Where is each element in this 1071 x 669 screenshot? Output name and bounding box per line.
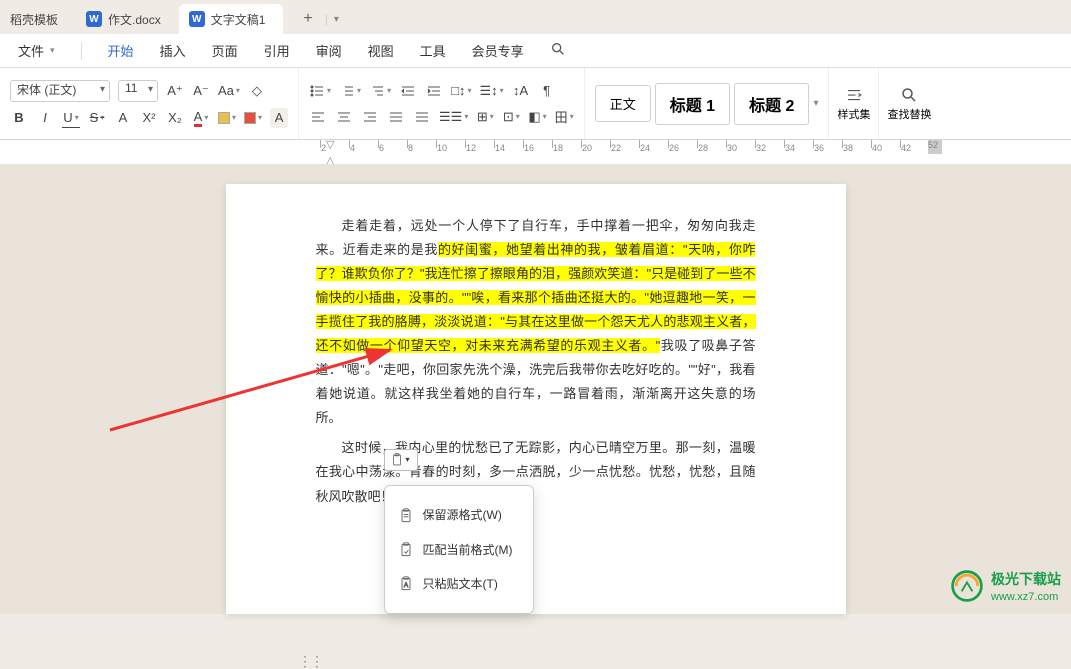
menu-vip[interactable]: 会员专享 bbox=[472, 41, 524, 60]
font-decrease-button[interactable]: A⁻ bbox=[192, 81, 210, 101]
find-replace-label: 查找替换 bbox=[887, 106, 931, 122]
text-direction-button[interactable]: □↕ bbox=[451, 81, 471, 101]
align-center-button[interactable] bbox=[335, 107, 353, 127]
strike2-button[interactable]: A bbox=[114, 108, 132, 128]
chevron-down-icon[interactable]: ▾ bbox=[813, 98, 818, 109]
phonetic-button[interactable]: A bbox=[270, 108, 288, 128]
divider: | bbox=[325, 12, 328, 26]
paste-keep-source[interactable]: 保留源格式(W) bbox=[385, 498, 533, 532]
menu-label: 匹配当前格式(M) bbox=[423, 539, 513, 561]
highlighted-text: 的好闺蜜，她望着出神的我，皱着眉道："天呐，你咋了？谁欺负你了？"我连忙擦了擦眼… bbox=[316, 242, 756, 353]
change-case-button[interactable]: Aa bbox=[218, 81, 240, 101]
svg-text:A: A bbox=[403, 582, 408, 589]
tab-bar: 稻壳模板 W 作文.docx W 文字文稿1 + | ▾ bbox=[0, 0, 1071, 34]
superscript-button[interactable]: X² bbox=[140, 108, 158, 128]
align-right-button[interactable] bbox=[361, 107, 379, 127]
menu-view[interactable]: 视图 bbox=[368, 41, 394, 60]
tabs-button[interactable]: ⊞ bbox=[476, 107, 494, 127]
highlight-button[interactable] bbox=[218, 108, 236, 128]
style-gallery: 正文 标题 1 标题 2 ▾ bbox=[585, 68, 830, 139]
watermark: 极光下载站 www.xz7.com bbox=[949, 568, 1061, 604]
outline-list-button[interactable] bbox=[369, 81, 391, 101]
sort-button[interactable]: ↕A bbox=[512, 81, 530, 101]
clear-format-button[interactable]: ◇ bbox=[248, 81, 266, 101]
search-icon[interactable] bbox=[550, 41, 566, 60]
watermark-title: 极光下载站 bbox=[991, 569, 1061, 589]
chevron-down-icon: ▾ bbox=[334, 14, 339, 25]
italic-button[interactable]: I bbox=[36, 108, 54, 128]
ruler-end: 52 bbox=[928, 140, 942, 154]
indent-decrease-button[interactable] bbox=[399, 81, 417, 101]
style-set-button[interactable]: 样式集 bbox=[829, 68, 878, 139]
chevron-down-icon: ▾ bbox=[405, 453, 409, 468]
align-justify-button[interactable] bbox=[387, 107, 405, 127]
menu-review[interactable]: 审阅 bbox=[316, 41, 342, 60]
menu-bar: 文件 ▾ 开始 插入 页面 引用 审阅 视图 工具 会员专享 bbox=[0, 34, 1071, 68]
document-page[interactable]: 走着走着，远处一个人停下了自行车，手中撑着一把伞，匆匆向我走来。近看走来的是我的… bbox=[226, 184, 846, 614]
font-increase-button[interactable]: A⁺ bbox=[166, 81, 184, 101]
align-distribute-button[interactable] bbox=[413, 107, 431, 127]
paragraph-1[interactable]: 走着走着，远处一个人停下了自行车，手中撑着一把伞，匆匆向我走来。近看走来的是我的… bbox=[316, 214, 756, 430]
word-icon: W bbox=[189, 11, 205, 27]
tab-templates[interactable]: 稻壳模板 bbox=[0, 4, 76, 34]
bullet-list-button[interactable] bbox=[309, 81, 331, 101]
menu-label: 只粘贴文本(T) bbox=[423, 573, 498, 595]
menu-label: 保留源格式(W) bbox=[423, 504, 502, 526]
menu-file[interactable]: 文件 bbox=[18, 41, 44, 60]
ruler[interactable]: ▽ △ 2 4 6 8 10 12 14 16 18 20 22 24 26 2… bbox=[0, 140, 1071, 164]
tab-label: 稻壳模板 bbox=[10, 11, 58, 28]
drag-handle-icon[interactable]: ⋮⋮ bbox=[298, 654, 322, 668]
shading-button[interactable] bbox=[244, 108, 262, 128]
tab-doc2[interactable]: W 文字文稿1 bbox=[179, 4, 284, 34]
align-left-button[interactable] bbox=[309, 107, 327, 127]
canvas-area: 走着走着，远处一个人停下了自行车，手中撑着一把伞，匆匆向我走来。近看走来的是我的… bbox=[0, 164, 1071, 614]
toolbar: 宋体 (正文) 11 A⁺ A⁻ Aa ◇ B I U S A X² X₂ A … bbox=[0, 68, 1071, 140]
new-tab-button[interactable]: + | ▾ bbox=[283, 4, 357, 34]
borders-button[interactable]: ⊡ bbox=[502, 107, 520, 127]
font-size-select[interactable]: 11 bbox=[118, 80, 158, 102]
menu-ref[interactable]: 引用 bbox=[264, 41, 290, 60]
watermark-url: www.xz7.com bbox=[991, 591, 1061, 603]
font-group: 宋体 (正文) 11 A⁺ A⁻ Aa ◇ B I U S A X² X₂ A … bbox=[0, 68, 299, 139]
strike-button[interactable]: S bbox=[88, 108, 106, 128]
underline-button[interactable]: U bbox=[62, 108, 80, 128]
para-shade-button[interactable]: 田 bbox=[555, 107, 574, 127]
paste-options-menu: 保留源格式(W) 匹配当前格式(M) A 只粘贴文本(T) bbox=[384, 485, 534, 614]
menu-tool[interactable]: 工具 bbox=[420, 41, 446, 60]
tab-label: 作文.docx bbox=[108, 11, 161, 28]
chevron-down-icon: ▾ bbox=[50, 45, 55, 56]
find-replace-button[interactable]: 查找替换 bbox=[878, 68, 939, 139]
font-family-select[interactable]: 宋体 (正文) bbox=[10, 80, 110, 102]
tab-label: 文字文稿1 bbox=[211, 11, 266, 28]
style-body[interactable]: 正文 bbox=[595, 85, 651, 122]
menu-insert[interactable]: 插入 bbox=[160, 41, 186, 60]
show-marks-button[interactable]: ¶ bbox=[538, 81, 556, 101]
watermark-logo-icon bbox=[949, 568, 985, 604]
tab-doc1[interactable]: W 作文.docx bbox=[76, 4, 179, 34]
style-heading2[interactable]: 标题 2 bbox=[734, 83, 809, 125]
menu-start[interactable]: 开始 bbox=[108, 41, 134, 60]
divider bbox=[81, 42, 82, 60]
style-set-label: 样式集 bbox=[837, 106, 870, 122]
font-color-button[interactable]: A bbox=[192, 108, 210, 128]
style-heading1[interactable]: 标题 1 bbox=[655, 83, 730, 125]
paste-match-format[interactable]: 匹配当前格式(M) bbox=[385, 533, 533, 567]
number-list-button[interactable] bbox=[339, 81, 361, 101]
paste-text-only[interactable]: A 只粘贴文本(T) bbox=[385, 567, 533, 601]
line-spacing-button[interactable]: ☰↕ bbox=[479, 81, 503, 101]
fill-button[interactable]: ◧ bbox=[528, 107, 546, 127]
plus-icon: + bbox=[303, 10, 312, 28]
paragraph-2[interactable]: 这时候，我内心里的忧愁已了无踪影，内心已晴空万里。那一刻，温暖在我心中荡漾。青春… bbox=[316, 436, 756, 508]
paste-options-button[interactable]: ▾ bbox=[384, 449, 418, 471]
paragraph-group: □↕ ☰↕ ↕A ¶ ☰☰ ⊞ ⊡ ◧ 田 bbox=[299, 68, 585, 139]
menu-page[interactable]: 页面 bbox=[212, 41, 238, 60]
columns-button[interactable]: ☰☰ bbox=[439, 107, 468, 127]
word-icon: W bbox=[86, 11, 102, 27]
subscript-button[interactable]: X₂ bbox=[166, 108, 184, 128]
bold-button[interactable]: B bbox=[10, 108, 28, 128]
indent-increase-button[interactable] bbox=[425, 81, 443, 101]
